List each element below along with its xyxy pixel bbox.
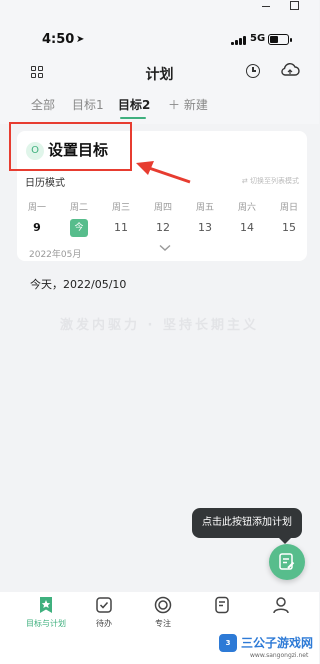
- weekday-label: 周四: [153, 203, 172, 213]
- nav-profile[interactable]: [256, 596, 306, 618]
- cloud-sync-icon[interactable]: [280, 62, 300, 78]
- clock-icon[interactable]: [246, 64, 260, 78]
- weekday-label: 周三: [111, 203, 130, 213]
- nav-focus[interactable]: 专注: [138, 596, 188, 629]
- active-tab-indicator: [120, 117, 146, 119]
- calendar-day-today[interactable]: 今: [70, 219, 88, 237]
- calendar-day[interactable]: 9: [21, 221, 53, 234]
- calendar-day[interactable]: 14: [231, 221, 263, 234]
- add-plan-button[interactable]: [269, 544, 305, 580]
- calendar-day[interactable]: 11: [105, 221, 137, 234]
- window-controls: [0, 0, 319, 14]
- tab-all[interactable]: 全部: [31, 96, 55, 113]
- maximize-button[interactable]: [290, 1, 299, 10]
- status-bar: 4:50 ➤ 5G: [0, 14, 319, 54]
- calendar-mode-label: 日历模式: [25, 178, 65, 189]
- network-type: 5G: [250, 33, 266, 44]
- nav-goals-plans[interactable]: 目标与计划: [21, 596, 71, 629]
- annotation-highlight-box: [9, 122, 132, 171]
- today-date: 今天，2022/05/10: [30, 278, 127, 291]
- nav-label: 目标与计划: [26, 619, 66, 628]
- switch-to-list-button[interactable]: ⇄ 切换至列表模式: [242, 176, 299, 186]
- signal-icon: [231, 36, 247, 45]
- tab-goal-1[interactable]: 目标1: [72, 96, 104, 113]
- calendar-day[interactable]: 12: [147, 221, 179, 234]
- note-icon: [215, 596, 229, 614]
- tab-new[interactable]: ＋ 新建: [168, 96, 208, 113]
- site-watermark: 3 三公子游戏网 www.sangongzi.net: [214, 630, 319, 664]
- watermark-logo: 3: [219, 634, 237, 652]
- check-box-icon: [96, 597, 112, 613]
- weekday-label: 周五: [195, 203, 214, 213]
- calendar-day[interactable]: 15: [273, 221, 305, 234]
- page-title: 计划: [145, 67, 174, 83]
- battery-icon: [268, 34, 292, 45]
- month-label: 2022年05月: [29, 250, 82, 260]
- nav-label: 专注: [155, 619, 171, 628]
- watermark-url: www.sangongzi.net: [250, 652, 309, 659]
- chevron-down-icon[interactable]: [159, 244, 171, 252]
- nav-label: 待办: [96, 619, 112, 628]
- star-book-icon: [40, 597, 52, 613]
- watermark-title: 三公子游戏网: [241, 636, 314, 650]
- profile-icon: [273, 597, 289, 614]
- status-time: 4:50: [42, 32, 75, 47]
- weekday-label: 周二: [69, 203, 88, 213]
- slogan-text: 激发内驱力 · 坚持长期主义: [60, 318, 259, 333]
- nav-todo[interactable]: 待办: [79, 596, 129, 629]
- add-plan-tooltip: 点击此按钮添加计划: [192, 508, 302, 538]
- app-header: 计划: [0, 54, 319, 90]
- nav-notes[interactable]: [197, 596, 247, 618]
- minimize-button[interactable]: [262, 6, 270, 7]
- goal-tabs: 全部 目标1 目标2 ＋ 新建: [0, 90, 319, 124]
- calendar-day[interactable]: 13: [189, 221, 221, 234]
- tab-goal-2[interactable]: 目标2: [118, 96, 150, 113]
- weekday-label: 周六: [237, 203, 256, 213]
- focus-ring-icon: [154, 596, 172, 614]
- note-edit-icon: [279, 553, 295, 570]
- weekday-label: 周日: [279, 203, 298, 213]
- location-arrow-icon: ➤: [76, 34, 85, 45]
- annotation-arrow-icon: [136, 161, 191, 184]
- weekday-label: 周一: [27, 203, 46, 213]
